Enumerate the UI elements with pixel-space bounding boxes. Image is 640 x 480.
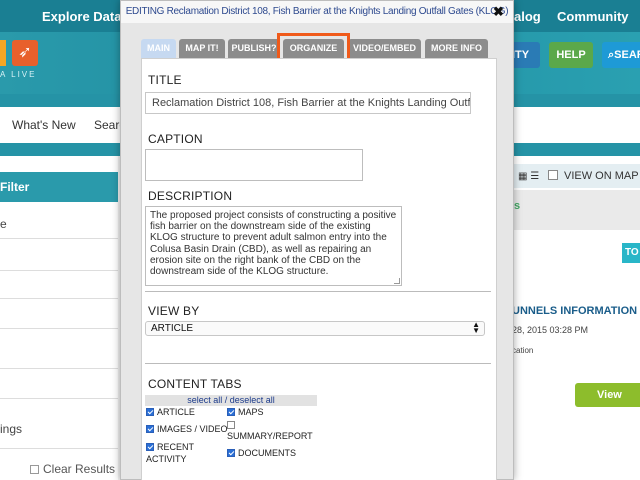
article-label: ARTICLE bbox=[157, 407, 195, 417]
select-all-link[interactable]: select all / deselect all bbox=[145, 395, 317, 406]
logo-mark bbox=[0, 40, 6, 66]
select-arrows-icon: ▲ ▼ bbox=[472, 320, 480, 335]
search-button-label: SEAR bbox=[614, 49, 640, 61]
clear-results-label: Clear Results bbox=[43, 462, 116, 476]
divider bbox=[145, 291, 491, 292]
tab-main[interactable]: MAIN bbox=[141, 39, 176, 58]
tab-whats-new[interactable]: What's New bbox=[12, 118, 76, 132]
content-tabs-bar: What's New Searc bbox=[0, 107, 130, 143]
documents-label: DOCUMENTS bbox=[238, 448, 296, 458]
divider bbox=[0, 448, 118, 449]
view-on-map-label: VIEW ON MAP bbox=[564, 170, 639, 182]
results-strip-text: s bbox=[514, 200, 521, 212]
divider bbox=[0, 398, 118, 399]
tab-more-info[interactable]: MORE INFO bbox=[425, 39, 488, 58]
divider bbox=[0, 238, 118, 239]
bird-logo-icon: ➶ bbox=[12, 40, 38, 66]
title-label: TITLE bbox=[148, 73, 182, 87]
tab-publish[interactable]: PUBLISH? bbox=[228, 39, 280, 58]
description-label: DESCRIPTION bbox=[148, 189, 233, 203]
divider bbox=[0, 298, 118, 299]
caption-textarea[interactable] bbox=[145, 149, 363, 181]
tab-video-embed[interactable]: VIDEO/EMBED bbox=[348, 39, 421, 58]
recent-activity-checkbox[interactable] bbox=[146, 443, 154, 451]
images-video-checkbox[interactable] bbox=[146, 425, 154, 433]
description-textarea[interactable]: The proposed project consists of constru… bbox=[145, 206, 402, 286]
maps-label: MAPS bbox=[238, 407, 264, 417]
view-by-label: VIEW BY bbox=[148, 304, 200, 318]
title-input[interactable]: Reclamation District 108, Fish Barrier a… bbox=[145, 92, 471, 114]
description-text: The proposed project consists of constru… bbox=[150, 210, 397, 278]
search-button[interactable]: ⌕SEAR bbox=[602, 42, 640, 68]
tab-map-it[interactable]: MAP IT! bbox=[179, 39, 225, 58]
view-project-button[interactable]: View Pro bbox=[575, 383, 640, 425]
content-tab-maps[interactable]: MAPS bbox=[227, 407, 264, 417]
clear-results[interactable]: Clear Results bbox=[30, 462, 115, 476]
filter-heading[interactable]: Filter bbox=[0, 172, 118, 202]
caption-label: CAPTION bbox=[148, 132, 203, 146]
content-tab-article[interactable]: ARTICLE bbox=[146, 407, 195, 417]
results-strip: s bbox=[510, 190, 640, 230]
content-tabs-label: CONTENT TABS bbox=[148, 377, 242, 391]
to-badge[interactable]: TO bbox=[622, 243, 640, 263]
view-on-map-checkbox[interactable] bbox=[548, 170, 558, 180]
result-title[interactable]: UNNELS INFORMATION I bbox=[512, 305, 640, 317]
modal-title: EDITING Reclamation District 108, Fish B… bbox=[121, 1, 513, 23]
divider bbox=[145, 363, 491, 364]
logo-subtitle: A LIVE bbox=[0, 70, 37, 79]
search-box-right[interactable] bbox=[510, 107, 640, 143]
documents-checkbox[interactable] bbox=[227, 449, 235, 457]
divider bbox=[0, 328, 118, 329]
nav-catalog[interactable]: alog bbox=[514, 9, 541, 24]
summary-report-label: SUMMARY/REPORT bbox=[227, 431, 313, 441]
view-toolbar: ▦ ☰ VIEW ON MAP bbox=[510, 164, 640, 188]
help-button[interactable]: HELP bbox=[549, 42, 593, 68]
community-button[interactable]: ITY bbox=[512, 42, 540, 68]
resize-grip-icon[interactable] bbox=[394, 278, 400, 284]
images-video-label: IMAGES / VIDEO bbox=[157, 424, 228, 434]
content-tab-recent-activity[interactable]: RECENT ACTIVITY bbox=[146, 441, 226, 465]
view-by-select[interactable]: ARTICLE ▲ ▼ bbox=[145, 321, 485, 336]
article-checkbox[interactable] bbox=[146, 408, 154, 416]
nav-community[interactable]: Community bbox=[557, 9, 629, 24]
grid-list-icon[interactable]: ▦ ☰ bbox=[518, 171, 539, 182]
content-tab-summary-report[interactable]: SUMMARY/REPORT bbox=[227, 420, 327, 442]
result-date: 28, 2015 03:28 PM bbox=[512, 325, 589, 335]
filter-item-e[interactable]: e bbox=[0, 217, 7, 231]
summary-report-checkbox[interactable] bbox=[227, 421, 235, 429]
content-tab-images-video[interactable]: IMAGES / VIDEO bbox=[146, 424, 228, 434]
filter-item-ings[interactable]: ings bbox=[0, 422, 22, 436]
result-location: cation bbox=[512, 346, 534, 355]
edit-modal: EDITING Reclamation District 108, Fish B… bbox=[120, 0, 514, 480]
clear-results-checkbox[interactable] bbox=[30, 465, 39, 475]
divider bbox=[0, 270, 118, 271]
divider bbox=[0, 368, 118, 369]
close-icon[interactable]: ✖ bbox=[493, 4, 504, 20]
view-by-value: ARTICLE bbox=[151, 323, 194, 334]
maps-checkbox[interactable] bbox=[227, 408, 235, 416]
content-tab-documents[interactable]: DOCUMENTS bbox=[227, 448, 296, 458]
nav-explore-data[interactable]: Explore Data bbox=[42, 9, 121, 24]
